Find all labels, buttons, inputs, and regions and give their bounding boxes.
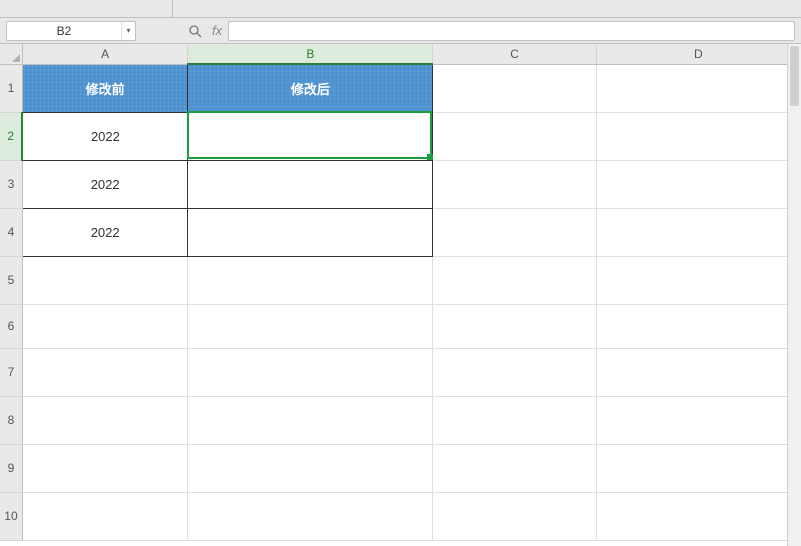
cell-B3[interactable] bbox=[188, 160, 433, 208]
cell-D3[interactable] bbox=[596, 160, 800, 208]
col-header-A[interactable]: A bbox=[22, 44, 187, 64]
toolbar-divider bbox=[172, 0, 173, 18]
cell-B2[interactable] bbox=[188, 112, 433, 160]
cell-D4[interactable] bbox=[596, 208, 800, 256]
table-row: 1 修改前 修改后 bbox=[0, 64, 801, 112]
cell-A6[interactable] bbox=[22, 304, 187, 348]
cell-B10[interactable] bbox=[188, 492, 433, 540]
row-header-1[interactable]: 1 bbox=[0, 64, 22, 112]
cell-B9[interactable] bbox=[188, 444, 433, 492]
cell-A5[interactable] bbox=[22, 256, 187, 304]
cell-A3[interactable]: 2022 bbox=[22, 160, 187, 208]
cell-A9[interactable] bbox=[22, 444, 187, 492]
cell-B1[interactable]: 修改后 bbox=[188, 64, 433, 112]
cell-C4[interactable] bbox=[433, 208, 596, 256]
cell-B4[interactable] bbox=[188, 208, 433, 256]
cell-D2[interactable] bbox=[596, 112, 800, 160]
row-header-3[interactable]: 3 bbox=[0, 160, 22, 208]
col-header-C[interactable]: C bbox=[433, 44, 596, 64]
cell-D6[interactable] bbox=[596, 304, 800, 348]
cell-B7[interactable] bbox=[188, 348, 433, 396]
spreadsheet-grid[interactable]: A B C D 1 修改前 修改后 2 2022 3 2022 bbox=[0, 44, 801, 546]
table-row: 3 2022 bbox=[0, 160, 801, 208]
row-header-9[interactable]: 9 bbox=[0, 444, 22, 492]
row-header-5[interactable]: 5 bbox=[0, 256, 22, 304]
fx-label[interactable]: fx bbox=[212, 23, 222, 38]
cell-C1[interactable] bbox=[433, 64, 596, 112]
cell-D7[interactable] bbox=[596, 348, 800, 396]
row-header-4[interactable]: 4 bbox=[0, 208, 22, 256]
top-toolbar bbox=[0, 0, 801, 18]
row-header-2[interactable]: 2 bbox=[0, 112, 22, 160]
cell-C10[interactable] bbox=[433, 492, 596, 540]
chevron-down-icon[interactable]: ▾ bbox=[121, 22, 135, 40]
cell-A4[interactable]: 2022 bbox=[22, 208, 187, 256]
table-row: 4 2022 bbox=[0, 208, 801, 256]
magnifier-icon[interactable] bbox=[186, 22, 204, 40]
cell-A10[interactable] bbox=[22, 492, 187, 540]
cell-D9[interactable] bbox=[596, 444, 800, 492]
name-box-value: B2 bbox=[7, 24, 121, 38]
table-row: 2 2022 bbox=[0, 112, 801, 160]
col-header-D[interactable]: D bbox=[596, 44, 800, 64]
cell-C2[interactable] bbox=[433, 112, 596, 160]
select-all-corner[interactable] bbox=[0, 44, 22, 64]
cell-C3[interactable] bbox=[433, 160, 596, 208]
cell-A8[interactable] bbox=[22, 396, 187, 444]
row-header-8[interactable]: 8 bbox=[0, 396, 22, 444]
column-header-row: A B C D bbox=[0, 44, 801, 64]
formula-input[interactable] bbox=[228, 21, 795, 41]
scrollbar-thumb[interactable] bbox=[790, 46, 799, 106]
cell-D1[interactable] bbox=[596, 64, 800, 112]
table-row: 10 bbox=[0, 492, 801, 540]
vertical-scrollbar[interactable] bbox=[787, 44, 801, 546]
col-header-B[interactable]: B bbox=[188, 44, 433, 64]
table-row: 5 bbox=[0, 256, 801, 304]
cell-B6[interactable] bbox=[188, 304, 433, 348]
table-row: 8 bbox=[0, 396, 801, 444]
cell-B8[interactable] bbox=[188, 396, 433, 444]
table-row: 9 bbox=[0, 444, 801, 492]
cell-C8[interactable] bbox=[433, 396, 596, 444]
row-header-10[interactable]: 10 bbox=[0, 492, 22, 540]
cell-D8[interactable] bbox=[596, 396, 800, 444]
cell-A7[interactable] bbox=[22, 348, 187, 396]
formula-bar-row: B2 ▾ fx bbox=[0, 18, 801, 44]
cell-C5[interactable] bbox=[433, 256, 596, 304]
cell-B5[interactable] bbox=[188, 256, 433, 304]
cell-C6[interactable] bbox=[433, 304, 596, 348]
table-row: 7 bbox=[0, 348, 801, 396]
row-header-7[interactable]: 7 bbox=[0, 348, 22, 396]
cell-A1[interactable]: 修改前 bbox=[22, 64, 187, 112]
cell-C9[interactable] bbox=[433, 444, 596, 492]
row-header-6[interactable]: 6 bbox=[0, 304, 22, 348]
cell-C7[interactable] bbox=[433, 348, 596, 396]
cell-D5[interactable] bbox=[596, 256, 800, 304]
table-row: 6 bbox=[0, 304, 801, 348]
cell-D10[interactable] bbox=[596, 492, 800, 540]
cell-A2[interactable]: 2022 bbox=[22, 112, 187, 160]
name-box[interactable]: B2 ▾ bbox=[6, 21, 136, 41]
